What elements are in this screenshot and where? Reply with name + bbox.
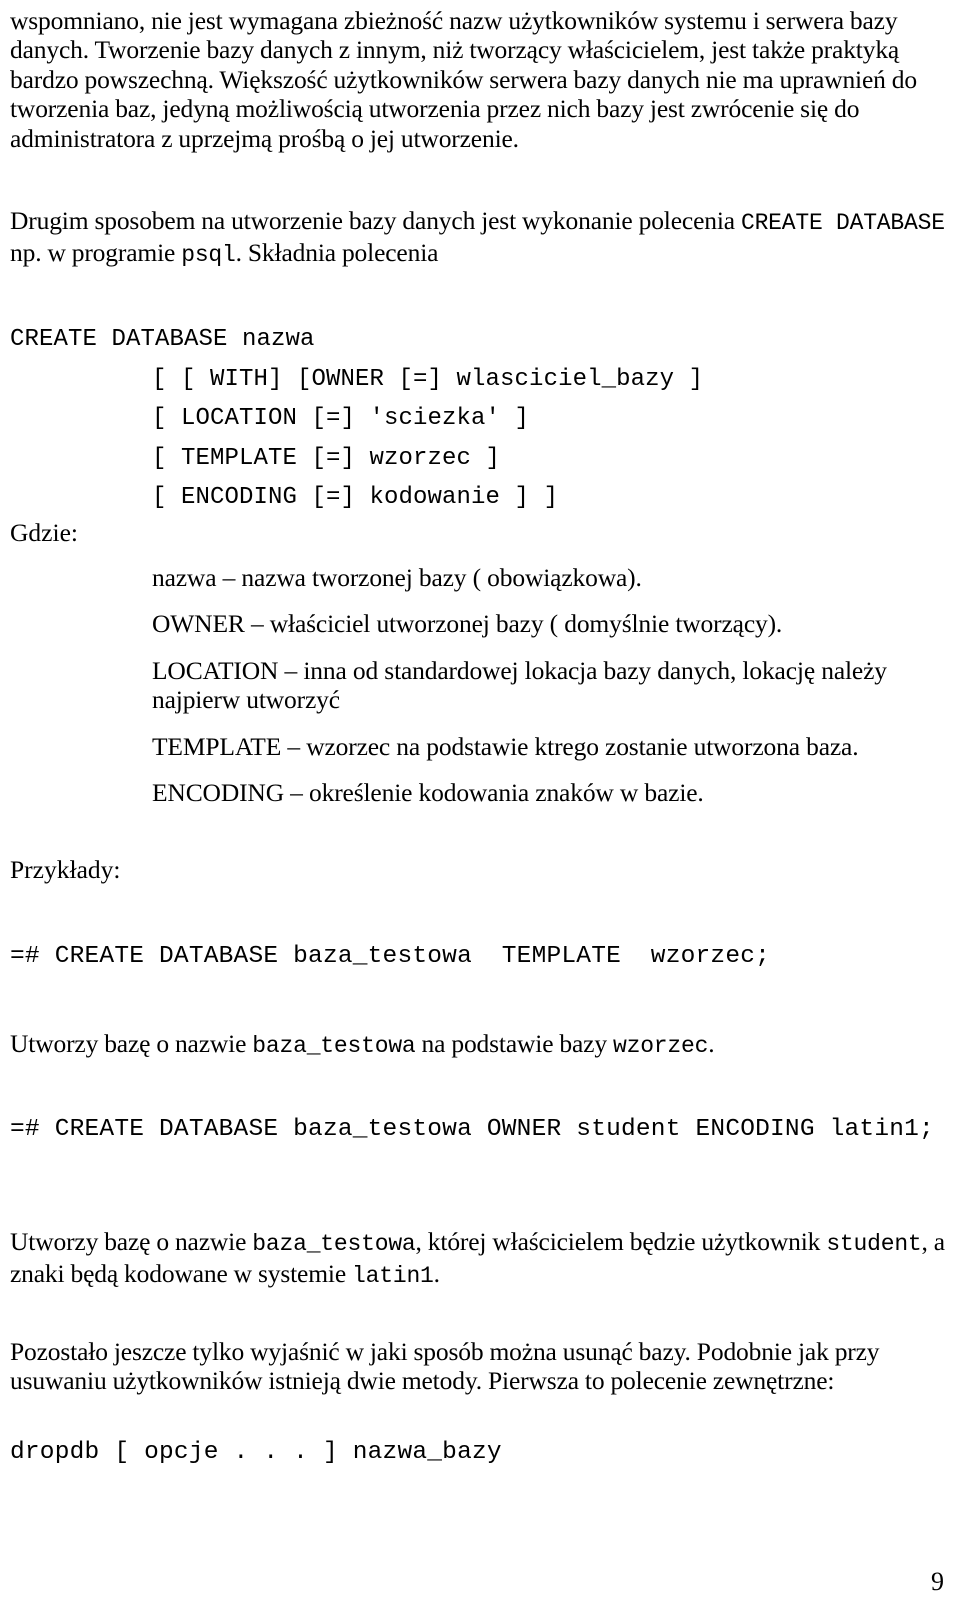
inline-code-baza-testowa: baza_testowa <box>252 1231 416 1257</box>
paragraph-text-segment: np. w programie <box>10 238 182 268</box>
inline-code-psql: psql <box>181 242 236 269</box>
definition-description: – właściciel utworzonej bazy ( domyślnie… <box>244 609 783 639</box>
syntax-line-create: CREATE DATABASE nazwa <box>10 326 315 353</box>
dropdb-command: dropdb [ opcje . . . ] nazwa_bazy <box>10 1439 502 1466</box>
inline-code-student: student <box>826 1231 922 1257</box>
example-2-explanation: Utworzy bazę o nazwie baza_testowa, któr… <box>10 1227 945 1292</box>
document-page: wspomniano, nie jest wymagana zbieżność … <box>0 0 960 1609</box>
definition-item-owner: OWNER – właściciel utworzonej bazy ( dom… <box>152 609 942 638</box>
definition-term: OWNER <box>152 609 245 639</box>
definition-description: – nazwa tworzonej bazy ( obowiązkowa). <box>216 563 642 592</box>
example-command-2: =# CREATE DATABASE baza_testowa OWNER st… <box>10 1116 934 1143</box>
explanation-text-segment: Utworzy bazę o nazwie <box>10 1029 253 1058</box>
explanation-text-segment: . <box>708 1029 715 1058</box>
definition-description: – wzorzec na podstawie ktrego zostanie u… <box>281 731 859 761</box>
syntax-line-template: [ TEMPLATE [=] wzorzec ] <box>152 444 501 472</box>
inline-code-baza-testowa: baza_testowa <box>252 1033 416 1059</box>
definition-term: nazwa <box>152 563 217 592</box>
syntax-block: CREATE DATABASE nazwa [ [ WITH] [OWNER [… <box>10 320 950 518</box>
explanation-text-segment: na podstawie bazy <box>415 1029 613 1058</box>
create-database-intro-paragraph: Drugim sposobem na utworzenie bazy danyc… <box>10 206 945 271</box>
definition-item-location: LOCATION – inna od standardowej lokacja … <box>152 656 942 715</box>
syntax-line-encoding: [ ENCODING [=] kodowanie ] ] <box>152 484 559 511</box>
inline-code-create-database: CREATE DATABASE <box>740 210 945 236</box>
definition-description: – określenie kodowania znaków w bazie. <box>283 778 704 808</box>
explanation-text-segment: , której właścicielem będzie użytkownik <box>415 1227 827 1256</box>
parameter-definition-list: nazwa – nazwa tworzonej bazy ( obowiązko… <box>152 563 942 807</box>
syntax-line-location: [ LOCATION [=] 'sciezka' ] <box>152 405 530 432</box>
definition-item-template: TEMPLATE – wzorzec na podstawie ktrego z… <box>152 732 942 761</box>
definition-term: TEMPLATE <box>152 731 282 761</box>
syntax-line-with-owner: [ [ WITH] [OWNER [=] wlasciciel_bazy ] <box>152 365 704 393</box>
definition-term: LOCATION <box>152 655 279 685</box>
intro-paragraph: wspomniano, nie jest wymagana zbieżność … <box>10 6 917 153</box>
paragraph-text-segment: Drugim sposobem na utworzenie bazy danyc… <box>10 206 741 235</box>
example-command-1: =# CREATE DATABASE baza_testowa TEMPLATE… <box>10 943 771 970</box>
page-number: 9 <box>931 1567 944 1596</box>
example-1-explanation: Utworzy bazę o nazwie baza_testowa na po… <box>10 1029 945 1061</box>
definition-term: ENCODING <box>152 778 284 808</box>
closing-paragraph: Pozostało jeszcze tylko wyjaśnić w jaki … <box>10 1337 880 1396</box>
explanation-text-segment: . <box>433 1259 440 1289</box>
explanation-text-segment: Utworzy bazę o nazwie <box>10 1227 253 1256</box>
definition-item-nazwa: nazwa – nazwa tworzonej bazy ( obowiązko… <box>152 563 942 592</box>
examples-label: Przykłady: <box>10 855 121 884</box>
where-label: Gdzie: <box>10 518 78 547</box>
inline-code-wzorzec: wzorzec <box>612 1033 709 1059</box>
inline-code-latin1: latin1 <box>352 1263 434 1290</box>
paragraph-text-segment: . Składnia polecenia <box>235 238 439 268</box>
definition-item-encoding: ENCODING – określenie kodowania znaków w… <box>152 778 942 807</box>
